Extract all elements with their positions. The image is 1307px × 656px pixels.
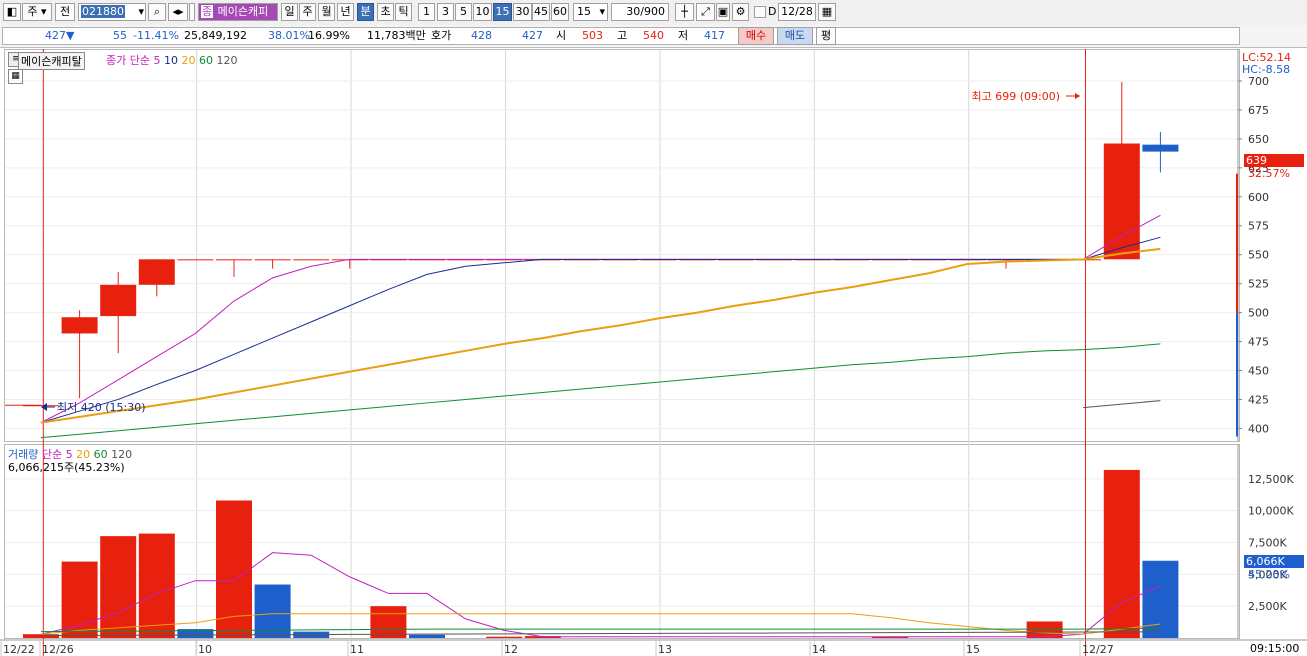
candle-body [254, 259, 291, 261]
price-ma-line [1083, 400, 1161, 409]
hc-value: HC:-8.58 [1242, 63, 1291, 76]
volume-bar [138, 533, 175, 638]
candle-body [61, 317, 98, 334]
stock-label[interactable]: 메이슨캐피탈 [18, 52, 85, 70]
ma120-label: 120 [216, 54, 238, 67]
candle-body [23, 405, 59, 407]
current-volume-pct: 45.23% [1248, 568, 1290, 581]
price-ma-legend: 종가 단순 5 10 20 60 120 [106, 52, 237, 68]
volume-ma-line [40, 552, 1161, 638]
volume-bar [370, 606, 407, 638]
price-tick-label: 700 [1248, 75, 1269, 88]
high-annotation: 최고 699 (09:00) [971, 90, 1060, 103]
time-axis-label: 15 [966, 643, 980, 656]
high-annotation-arrowhead [1075, 93, 1080, 99]
price-tick-label: 575 [1248, 220, 1269, 233]
clock-label: 09:15:00 [1250, 642, 1300, 655]
current-price-tag: 639 [1244, 154, 1304, 167]
candle-body [1103, 143, 1140, 260]
volume-bar [486, 636, 523, 638]
price-tick-label: 550 [1248, 249, 1269, 262]
candle-body [100, 284, 137, 317]
time-axis-label: 14 [812, 643, 826, 656]
ma5-label: 5 [153, 54, 161, 67]
volume-bar [61, 561, 98, 638]
volume-bar [100, 536, 137, 638]
time-axis-label: 13 [658, 643, 672, 656]
candle-body [1142, 144, 1179, 152]
current-price-pct: 32.57% [1248, 167, 1290, 180]
price-ma-line [40, 247, 1161, 424]
time-axis-label: 12/26 [42, 643, 74, 656]
price-tick-label: 675 [1248, 104, 1269, 117]
price-tick-label: 475 [1248, 336, 1269, 349]
price-ma-line [40, 214, 1161, 424]
time-axis-label: 12/22 [3, 643, 35, 656]
price-tick-label: 525 [1248, 278, 1269, 291]
time-axis-label: 10 [198, 643, 212, 656]
price-tick-label: 450 [1248, 365, 1269, 378]
time-axis-label: 11 [350, 643, 364, 656]
volume-tick-label: 12,500K [1248, 473, 1294, 486]
candle-body [293, 259, 330, 261]
chart-canvas[interactable]: 4004254504755005255505756006256506757002… [0, 0, 1307, 656]
price-range-bar-down [1236, 312, 1238, 437]
volume-bar [1142, 560, 1179, 638]
price-ma-line [40, 236, 1161, 424]
volume-tick-label: 7,500K [1248, 537, 1287, 550]
volume-tick-label: 2,500K [1248, 600, 1287, 613]
volume-tick-label: 10,000K [1248, 505, 1294, 518]
volume-bar [23, 634, 59, 638]
table-toggle-icon[interactable]: ▦ [8, 69, 23, 84]
price-tick-label: 400 [1248, 422, 1269, 435]
current-volume-tag: 6,066K [1244, 555, 1304, 568]
volume-text: 6,066,215주(45.23%) [8, 461, 125, 474]
ma10-label: 10 [163, 54, 178, 67]
price-tick-label: 600 [1248, 191, 1269, 204]
volume-bar [216, 500, 252, 638]
price-range-bar-up [1236, 173, 1238, 313]
time-axis-label: 12/27 [1082, 643, 1114, 656]
candle-body [177, 259, 214, 261]
low-annotation: 최저 420 (15:30) [57, 401, 146, 414]
volume-bar [409, 634, 445, 638]
time-axis-label: 12 [504, 643, 518, 656]
candle-body [138, 259, 175, 285]
ma60-label: 60 [198, 54, 213, 67]
price-tick-label: 650 [1248, 133, 1269, 146]
price-ma-line [40, 343, 1161, 439]
ma20-label: 20 [181, 54, 196, 67]
price-ma-title: 종가 단순 [106, 54, 150, 67]
price-tick-label: 425 [1248, 393, 1269, 406]
candle-body [216, 259, 252, 261]
price-tick-label: 500 [1248, 307, 1269, 320]
